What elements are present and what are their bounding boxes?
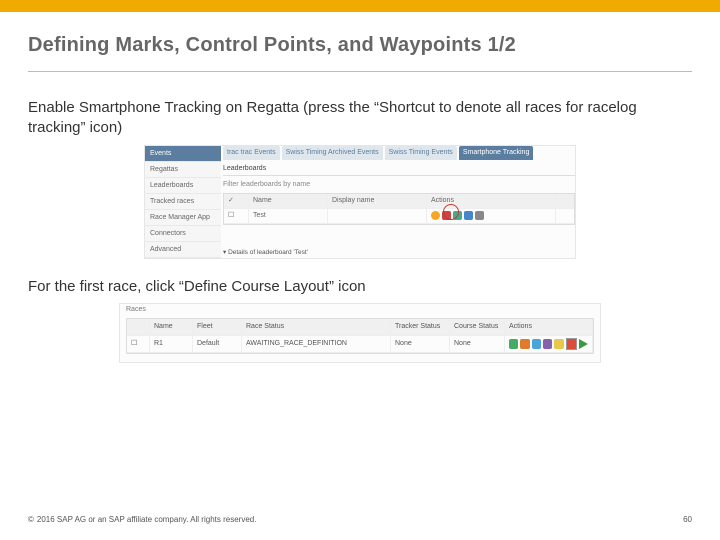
cell-course-status: None (450, 336, 505, 352)
action-icon[interactable] (554, 339, 563, 349)
shortcut-icon[interactable] (431, 211, 440, 220)
page-number: 60 (683, 515, 692, 524)
copyright-text: 2016 SAP AG or an SAP affiliate company.… (37, 515, 257, 524)
sidebar: Events Regattas Leaderboards Tracked rac… (145, 146, 221, 258)
table-row: ☐ Test (224, 209, 574, 224)
table-header-row: ✓ Name Display name Actions (224, 194, 574, 209)
col-display: Display name (328, 194, 427, 208)
table-header-row: Name Fleet Race Status Tracker Status Co… (127, 319, 593, 336)
races-heading: Races (126, 306, 146, 313)
cell-display (328, 209, 427, 223)
cell-actions (427, 209, 556, 223)
action-icon[interactable] (453, 211, 462, 220)
tab-trac[interactable]: trac trac Events (223, 146, 280, 160)
col-tracker-status: Tracker Status (391, 319, 450, 335)
sidebar-item-leaderboards[interactable]: Leaderboards (145, 178, 221, 194)
slide-title: Defining Marks, Control Points, and Wayp… (28, 34, 692, 57)
slide-footer: ©2016 SAP AG or an SAP affiliate company… (0, 515, 720, 524)
tab-smartphone-tracking[interactable]: Smartphone Tracking (459, 146, 534, 160)
screenshot-races-table: Races Name Fleet Race Status Tracker Sta… (119, 303, 601, 363)
filter-label: Filter leaderboards by name (223, 179, 575, 190)
col-actions: Actions (505, 319, 593, 335)
tab-swiss-events[interactable]: Swiss Timing Events (385, 146, 457, 160)
col-name: Name (150, 319, 193, 335)
cell-fleet: Default (193, 336, 242, 352)
section-label: Leaderboards (223, 163, 575, 176)
action-icon[interactable] (543, 339, 552, 349)
table-row: ☐ R1 Default AWAITING_RACE_DEFINITION No… (127, 336, 593, 353)
copyright-icon: © (28, 515, 34, 524)
col-check (127, 319, 150, 335)
title-divider (28, 71, 692, 72)
sidebar-item-advanced[interactable]: Advanced (145, 242, 221, 258)
cell-check[interactable]: ☐ (224, 209, 249, 223)
instruction-text-2: For the first race, click “Define Course… (28, 277, 692, 297)
col-check: ✓ (224, 194, 249, 208)
define-course-layout-icon[interactable] (566, 338, 577, 350)
leaderboards-table: ✓ Name Display name Actions ☐ Test (223, 193, 575, 225)
cell-race-status: AWAITING_RACE_DEFINITION (242, 336, 391, 352)
instruction-text-1: Enable Smartphone Tracking on Regatta (p… (28, 98, 692, 139)
col-name: Name (249, 194, 328, 208)
action-icon[interactable] (464, 211, 473, 220)
col-actions: Actions (427, 194, 556, 208)
slide-page: Defining Marks, Control Points, and Wayp… (0, 0, 720, 540)
brand-accent-bar (0, 0, 720, 12)
sidebar-item-tracked[interactable]: Tracked races (145, 194, 221, 210)
action-icon[interactable] (509, 339, 518, 349)
col-race-status: Race Status (242, 319, 391, 335)
sidebar-item-manager[interactable]: Race Manager App (145, 210, 221, 226)
cell-name: R1 (150, 336, 193, 352)
details-label: ▾ Details of leaderboard 'Test' (223, 248, 308, 256)
cell-name: Test (249, 209, 328, 223)
sidebar-item-events[interactable]: Events (145, 146, 221, 162)
col-course-status: Course Status (450, 319, 505, 335)
races-table: Name Fleet Race Status Tracker Status Co… (126, 318, 594, 354)
tab-swiss-archived[interactable]: Swiss Timing Archived Events (282, 146, 383, 160)
action-icon[interactable] (520, 339, 529, 349)
screenshot-main-panel: trac trac Events Swiss Timing Archived E… (223, 146, 575, 258)
col-fleet: Fleet (193, 319, 242, 335)
action-icon[interactable] (532, 339, 541, 349)
play-icon[interactable] (579, 339, 588, 349)
sidebar-item-regattas[interactable]: Regattas (145, 162, 221, 178)
slide-content: Defining Marks, Control Points, and Wayp… (0, 12, 720, 363)
cell-actions (505, 336, 593, 352)
copyright: ©2016 SAP AG or an SAP affiliate company… (28, 515, 256, 524)
action-icon[interactable] (442, 211, 451, 220)
cell-check[interactable]: ☐ (127, 336, 150, 352)
cell-tracker-status: None (391, 336, 450, 352)
screenshot-regatta-tracking: Events Regattas Leaderboards Tracked rac… (144, 145, 576, 259)
action-icon[interactable] (475, 211, 484, 220)
tab-bar: trac trac Events Swiss Timing Archived E… (223, 146, 575, 160)
sidebar-item-connectors[interactable]: Connectors (145, 226, 221, 242)
